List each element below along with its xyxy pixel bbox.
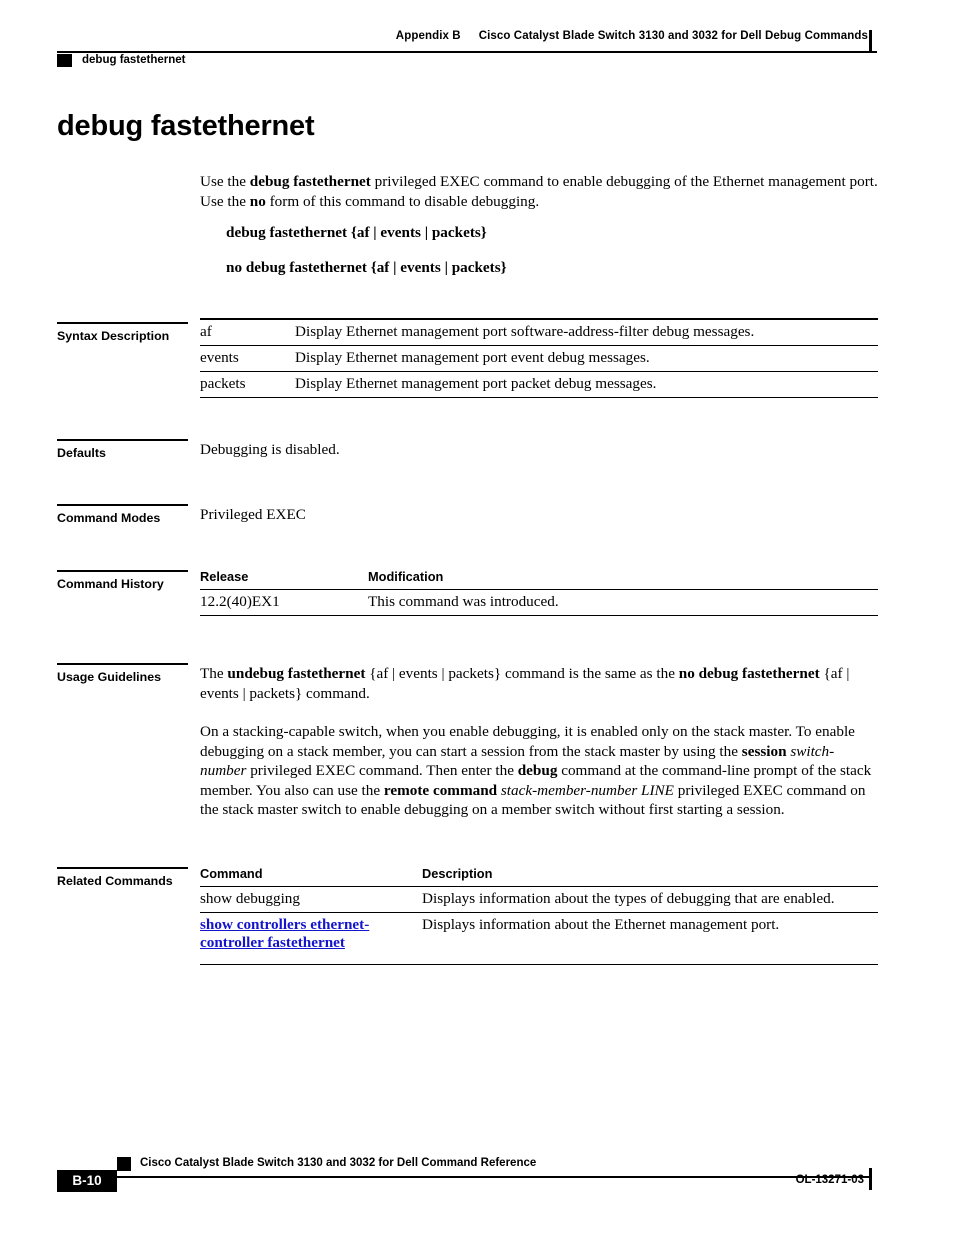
table-row: packets Display Ethernet management port… [200,371,878,398]
intro-part1: Use the [200,173,250,190]
related-commands-table: Command Description show debugging Displ… [200,863,878,965]
section-label-text: Command History [57,577,164,591]
column-header-release: Release [200,569,249,584]
table-header-row: Release Modification [200,566,878,590]
ug-p2-keyword-session: session [741,742,787,760]
footer-doc-title: Cisco Catalyst Blade Switch 3130 and 303… [140,1157,537,1169]
syntax-description: Display Ethernet management port event d… [295,345,878,372]
footer-endcap [869,1168,872,1190]
syntax-line-args: {af | events | packets} [366,259,507,276]
table-row: events Display Ethernet management port … [200,345,878,372]
header-appendix: Appendix B [395,30,461,42]
ug-p1-command-undebug: undebug fastethernet [227,665,366,682]
table-header-row: Command Description [200,863,878,887]
ug-p2-keyword-debug: debug [517,762,558,779]
related-command-description: Displays information about the Ethernet … [422,912,878,965]
ug-p1-a: The [200,665,228,682]
column-header-command: Command [200,866,263,881]
syntax-line-affirmative: debug fastethernet {af | events | packet… [226,224,487,242]
intro-command-2: no [249,192,266,210]
header-book-line: Appendix B Cisco Catalyst Blade Switch 31… [396,30,868,42]
syntax-line-command: no debug fastethernet [226,259,367,276]
section-rule [57,867,188,869]
syntax-term: af [200,318,295,346]
section-rule [57,663,188,665]
footer-rule [57,1176,869,1178]
intro-command-1: debug fastethernet [249,173,371,190]
ug-p2-var-stack-member-number: stack-member-number LINE [497,781,674,799]
table-row: 12.2(40)EX1 This command was introduced. [200,589,878,616]
column-header-description: Description [422,866,493,881]
section-rule [57,439,188,441]
table-row: af Display Ethernet management port soft… [200,318,878,346]
syntax-description: Display Ethernet management port packet … [295,371,878,398]
section-label-text: Syntax Description [57,329,170,343]
header-marker-square [57,54,72,67]
section-label-related-commands: Related Commands [57,867,190,888]
ug-p2-b: privileged EXEC command. Then enter the [246,762,518,779]
footer-doc-number: OL-13271-03 [795,1174,864,1186]
syntax-line-negative: no debug fastethernet {af | events | pac… [226,259,507,277]
section-label-text: Related Commands [57,874,173,888]
usage-guidelines-paragraph-2: On a stacking-capable switch, when you e… [200,722,878,820]
section-label-command-history: Command History [57,570,190,591]
page-title: debug fastethernet [57,110,315,142]
syntax-description-table: af Display Ethernet management port soft… [200,318,878,398]
intro-paragraph: Use the debug fastethernet privileged EX… [200,172,878,211]
ug-p1-command-nodebug: no debug fastethernet [678,665,820,682]
section-label-text: Usage Guidelines [57,670,161,684]
section-label-text: Command Modes [57,511,161,525]
ug-p2-keyword-remote-command: remote command [383,781,498,799]
ug-p1-b: {af | events | packets} command is the s… [365,665,679,682]
section-rule [57,570,188,572]
header-endcap [869,30,872,52]
usage-guidelines-paragraph-1: The undebug fastethernet {af | events | … [200,664,878,703]
section-rule [57,504,188,506]
footer-page-number: B-10 [57,1170,117,1192]
related-command-link[interactable]: show controllers ethernet-controller fas… [200,916,369,951]
section-label-syntax-description: Syntax Description [57,322,190,343]
syntax-description: Display Ethernet management port softwar… [295,318,878,346]
section-label-command-modes: Command Modes [57,504,190,525]
release-value: 12.2(40)EX1 [200,589,368,616]
related-command-description: Displays information about the types of … [422,886,878,913]
section-rule [57,322,188,324]
defaults-text: Debugging is disabled. [200,441,340,458]
related-command-name: show debugging [200,886,422,913]
syntax-line-args: {af | events | packets} [347,224,487,241]
command-history-table: Release Modification 12.2(40)EX1 This co… [200,566,878,616]
section-label-text: Defaults [57,446,106,460]
section-label-usage-guidelines: Usage Guidelines [57,663,190,684]
command-modes-text: Privileged EXEC [200,506,306,523]
header-book-title: Cisco Catalyst Blade Switch 3130 and 303… [478,30,868,42]
section-label-defaults: Defaults [57,439,190,460]
page-header: Appendix B Cisco Catalyst Blade Switch 31… [57,30,884,68]
syntax-term: events [200,345,295,372]
modification-value: This command was introduced. [368,589,878,616]
syntax-line-command: debug fastethernet [226,224,348,241]
syntax-term: packets [200,371,295,398]
table-row: show controllers ethernet-controller fas… [200,912,878,965]
table-row: show debugging Displays information abou… [200,886,878,913]
intro-part3: form of this command to disable debuggin… [265,192,540,210]
header-running-head: debug fastethernet [82,54,186,66]
column-header-modification: Modification [368,569,444,584]
footer-marker-square [117,1157,131,1171]
header-rule [57,51,877,53]
